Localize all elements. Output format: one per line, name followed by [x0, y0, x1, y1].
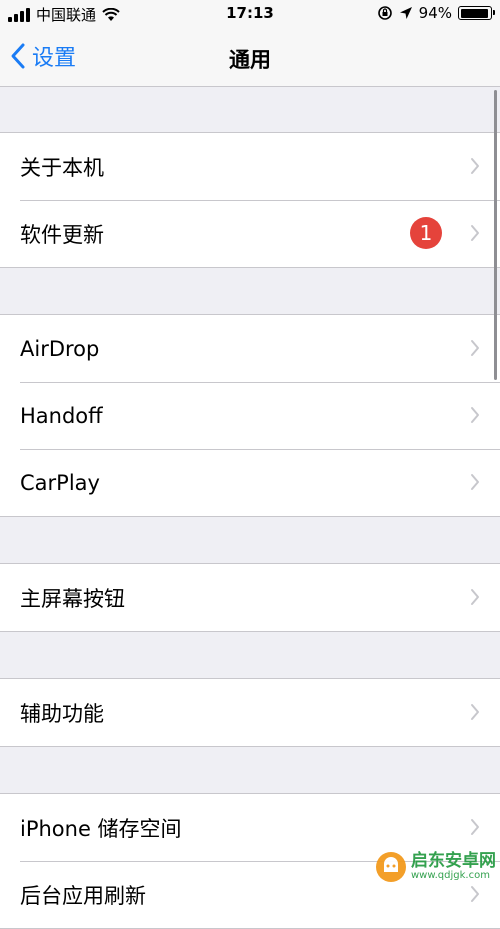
chevron-right-icon	[471, 474, 479, 490]
row-label: AirDrop	[20, 336, 100, 361]
scroll-indicator	[494, 90, 497, 380]
orientation-lock-icon	[377, 6, 392, 20]
row-label: 关于本机	[20, 155, 104, 180]
row-home-button[interactable]: 主屏幕按钮	[0, 564, 500, 631]
row-handoff[interactable]: Handoff	[0, 382, 500, 449]
row-label: 辅助功能	[20, 701, 104, 726]
chevron-right-icon	[471, 225, 479, 241]
watermark-name: 启东安卓网	[411, 850, 496, 871]
status-bar: 中国联通 17:13 94%	[0, 0, 500, 30]
settings-group-accessibility: 辅助功能	[0, 678, 500, 747]
row-accessibility[interactable]: 辅助功能	[0, 679, 500, 746]
battery-percent: 94%	[418, 4, 452, 22]
chevron-right-icon	[471, 819, 479, 835]
chevron-right-icon	[471, 340, 479, 356]
row-label: iPhone 储存空间	[20, 816, 182, 841]
settings-group-continuity: AirDrop Handoff CarPlay	[0, 314, 500, 517]
row-about[interactable]: 关于本机	[0, 133, 500, 200]
chevron-right-icon	[471, 407, 479, 423]
watermark-url: www.qdjgk.com	[411, 869, 490, 881]
battery-fill	[460, 8, 488, 18]
row-label: 软件更新	[20, 222, 104, 247]
chevron-right-icon	[471, 704, 479, 720]
location-icon	[399, 7, 412, 19]
row-label: 主屏幕按钮	[20, 586, 125, 611]
battery-icon	[458, 6, 495, 20]
settings-list: 关于本机 软件更新 1 AirDrop Handoff CarPlay 主屏幕按…	[0, 87, 500, 929]
row-label: 后台应用刷新	[20, 883, 146, 908]
chevron-right-icon	[471, 158, 479, 174]
settings-group-about: 关于本机 软件更新 1	[0, 132, 500, 268]
navigation-bar: 设置 通用	[0, 30, 500, 87]
chevron-right-icon	[471, 589, 479, 605]
watermark: 启东安卓网 www.qdjgk.com	[375, 851, 496, 883]
settings-group-home-button: 主屏幕按钮	[0, 563, 500, 632]
update-badge: 1	[410, 217, 442, 249]
chevron-right-icon	[471, 886, 479, 902]
row-software-update[interactable]: 软件更新 1	[0, 200, 500, 267]
status-right: 94%	[377, 4, 495, 22]
row-airdrop[interactable]: AirDrop	[0, 315, 500, 382]
row-label: Handoff	[20, 403, 103, 428]
row-label: CarPlay	[20, 470, 100, 495]
page-title: 通用	[229, 48, 271, 72]
watermark-logo-icon	[376, 852, 406, 882]
row-carplay[interactable]: CarPlay	[0, 449, 500, 516]
